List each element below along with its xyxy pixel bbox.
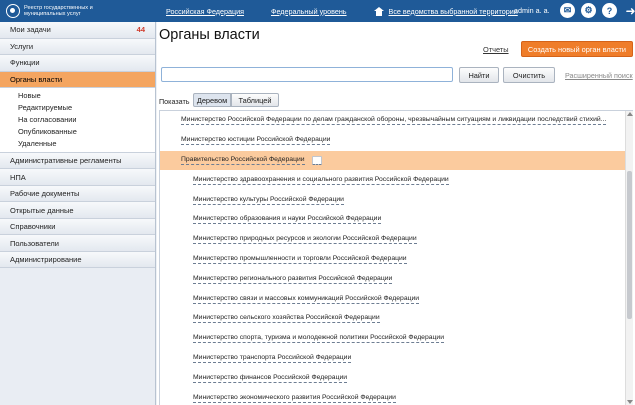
nav-federal-level[interactable]: Федеральный уровень bbox=[271, 7, 347, 16]
top-nav: Российская Федерация Федеральный уровень… bbox=[166, 6, 545, 16]
clear-button[interactable]: Очистить bbox=[503, 67, 555, 83]
tree-node-action-icon[interactable] bbox=[311, 155, 322, 165]
page-title: Органы власти bbox=[159, 27, 260, 43]
logout-icon[interactable]: ➜ bbox=[623, 3, 635, 18]
sidebar-item-label: Справочники bbox=[10, 222, 56, 232]
tree-node-label[interactable]: Министерство здравоохранения и социально… bbox=[193, 176, 449, 185]
tree-node-label[interactable]: Министерство спорта, туризма и молодежно… bbox=[193, 334, 444, 344]
tree-node[interactable]: Правительство Российской Федерации bbox=[160, 150, 626, 171]
create-authority-button[interactable]: Создать новый орган власти bbox=[521, 41, 633, 57]
tree-node[interactable]: Министерство здравоохранения и социально… bbox=[160, 170, 626, 190]
tree-node[interactable]: Министерство финансов Российской Федерац… bbox=[160, 368, 626, 388]
sidebar-item-label: Рабочие документы bbox=[10, 189, 80, 199]
chat-icon[interactable]: ✉ bbox=[560, 3, 575, 18]
sidebar-item-open-data[interactable]: Открытые данные bbox=[0, 202, 155, 219]
sidebar-item-work-docs[interactable]: Рабочие документы bbox=[0, 185, 155, 203]
sidebar-item-label: Функции bbox=[10, 58, 40, 68]
sidebar-item-npa[interactable]: НПА bbox=[0, 169, 155, 186]
tree-node-label[interactable]: Министерство культуры Российской Федерац… bbox=[193, 196, 344, 205]
tree-node-label[interactable]: Министерство транспорта Российской Федер… bbox=[193, 354, 352, 363]
tree-node[interactable]: Министерство регионального развития Росс… bbox=[160, 269, 626, 289]
brand-name: Реестр государственных и муниципальных у… bbox=[24, 4, 93, 18]
find-button[interactable]: Найти bbox=[459, 67, 499, 83]
sidebar-item-label: Органы власти bbox=[10, 74, 63, 84]
tree-node-label[interactable]: Министерство экономического развития Рос… bbox=[193, 394, 396, 403]
tree-rows: Министерство Российской Федерации по дел… bbox=[160, 111, 626, 405]
advanced-search-link[interactable]: Расширенный поиск bbox=[565, 71, 633, 80]
scroll-up-icon[interactable] bbox=[627, 112, 633, 116]
sidebar-subitem-approval[interactable]: На согласовании bbox=[0, 114, 155, 126]
nav-all-agencies-label: Все ведомства выбранной территории bbox=[388, 6, 518, 16]
tree-node[interactable]: Министерство сельского хозяйства Российс… bbox=[160, 309, 626, 329]
sidebar-item-services[interactable]: Услуги bbox=[0, 38, 155, 55]
sidebar-item-label: Мои задачи bbox=[10, 25, 51, 35]
nav-russian-federation[interactable]: Российская Федерация bbox=[166, 7, 244, 16]
tree-node-label[interactable]: Министерство Российской Федерации по дел… bbox=[181, 116, 607, 126]
sidebar-item-functions[interactable]: Функции bbox=[0, 55, 155, 72]
nav-all-agencies[interactable]: Все ведомства выбранной территории bbox=[373, 6, 518, 16]
tree-node-label[interactable]: Министерство финансов Российской Федерац… bbox=[193, 374, 348, 383]
sidebar-submenu: Новые Редактируемые На согласовании Опуб… bbox=[0, 88, 155, 153]
sidebar-item-authorities[interactable]: Органы власти bbox=[0, 71, 155, 88]
sidebar-item-regulations[interactable]: Административные регламенты bbox=[0, 152, 155, 170]
sidebar-item-label: Услуги bbox=[10, 41, 34, 51]
tasks-count-badge: 44 bbox=[136, 25, 145, 35]
home-icon bbox=[373, 6, 384, 16]
tree-node[interactable]: Министерство спорта, туризма и молодежно… bbox=[160, 329, 626, 349]
settings-icon[interactable]: ⚙ bbox=[581, 3, 596, 18]
sidebar: Мои задачи 44 Услуги Функции Органы влас… bbox=[0, 22, 156, 405]
tree-node-label[interactable]: Правительство Российской Федерации bbox=[181, 156, 305, 165]
tree-node-label[interactable]: Министерство природных ресурсов и эколог… bbox=[193, 235, 417, 245]
top-bar: Реестр государственных и муниципальных у… bbox=[0, 0, 635, 22]
authorities-tree: Министерство Российской Федерации по дел… bbox=[159, 110, 633, 405]
sidebar-item-dictionaries[interactable]: Справочники bbox=[0, 218, 155, 236]
scroll-thumb[interactable] bbox=[627, 171, 632, 319]
sidebar-subitem-published[interactable]: Опубликованные bbox=[0, 125, 155, 137]
tree-node-label[interactable]: Министерство промышленности и торговли Р… bbox=[193, 255, 407, 264]
tree-node-label[interactable]: Министерство сельского хозяйства Российс… bbox=[193, 314, 380, 324]
tree-node[interactable]: Министерство промышленности и торговли Р… bbox=[160, 250, 626, 270]
search-input[interactable] bbox=[161, 67, 453, 82]
reports-link[interactable]: Отчеты bbox=[483, 45, 509, 54]
user-name[interactable]: admin a. a. bbox=[514, 6, 550, 15]
sidebar-item-my-tasks[interactable]: Мои задачи 44 bbox=[0, 22, 155, 39]
logo-icon bbox=[6, 4, 20, 18]
show-label: Показать bbox=[159, 97, 190, 106]
tree-node-label[interactable]: Министерство связи и массовых коммуникац… bbox=[193, 295, 420, 304]
tree-node[interactable]: Министерство культуры Российской Федерац… bbox=[160, 190, 626, 210]
sidebar-subitem-deleted[interactable]: Удаленные bbox=[0, 137, 155, 149]
sidebar-item-users[interactable]: Пользователи bbox=[0, 235, 155, 252]
sidebar-item-label: Пользователи bbox=[10, 238, 59, 248]
sidebar-subitem-new[interactable]: Новые bbox=[0, 90, 155, 102]
sidebar-subitem-editing[interactable]: Редактируемые bbox=[0, 102, 155, 114]
tree-node-label[interactable]: Министерство регионального развития Росс… bbox=[193, 275, 393, 284]
tree-node[interactable]: Министерство природных ресурсов и эколог… bbox=[160, 230, 626, 250]
sidebar-item-label: НПА bbox=[10, 172, 26, 182]
sidebar-item-label: Открытые данные bbox=[10, 205, 74, 215]
tab-table[interactable]: Таблицей bbox=[231, 93, 279, 107]
tree-node[interactable]: Министерство экономического развития Рос… bbox=[160, 388, 626, 405]
tree-node-label[interactable]: Министерство юстиции Российской Федераци… bbox=[181, 136, 331, 146]
tree-node[interactable]: Министерство юстиции Российской Федераци… bbox=[160, 131, 626, 151]
tree-node-label[interactable]: Министерство образования и науки Российс… bbox=[193, 215, 382, 225]
help-icon[interactable]: ? bbox=[602, 3, 617, 18]
tree-node[interactable]: Министерство связи и массовых коммуникац… bbox=[160, 289, 626, 309]
main-content: Органы власти Отчеты Создать новый орган… bbox=[157, 22, 635, 405]
tree-scrollbar[interactable] bbox=[625, 111, 633, 405]
sidebar-item-label: Административные регламенты bbox=[10, 156, 122, 166]
scroll-down-icon[interactable] bbox=[627, 400, 633, 404]
sidebar-item-admin[interactable]: Администрирование bbox=[0, 251, 155, 269]
tree-node[interactable]: Министерство образования и науки Российс… bbox=[160, 210, 626, 230]
tree-node[interactable]: Министерство транспорта Российской Федер… bbox=[160, 349, 626, 369]
sidebar-item-label: Администрирование bbox=[10, 255, 82, 265]
tab-tree[interactable]: Деревом bbox=[193, 93, 231, 107]
tree-node[interactable]: Министерство Российской Федерации по дел… bbox=[160, 111, 626, 131]
header-icons: ✉ ⚙ ? ➜ bbox=[560, 3, 635, 18]
